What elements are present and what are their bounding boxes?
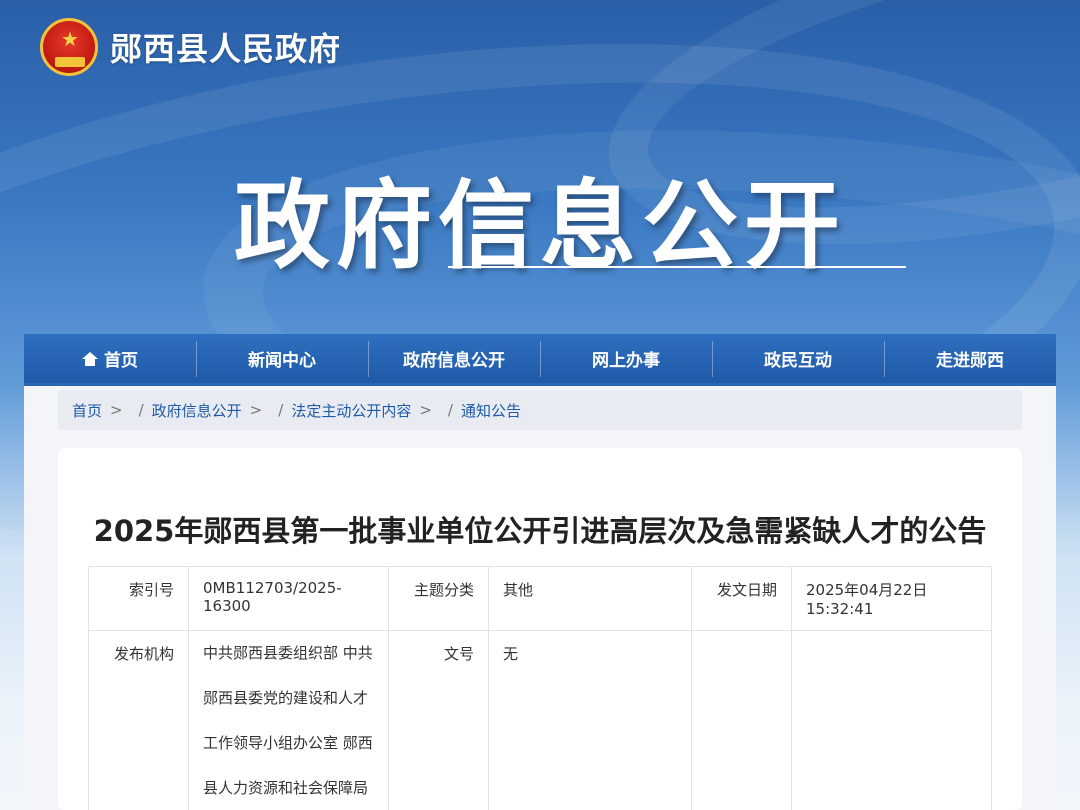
breadcrumb-separator: > [249,401,263,419]
breadcrumb-home[interactable]: 首页 [72,400,102,421]
breadcrumb-separator: > [110,401,123,419]
meta-label-topic: 主题分类 [388,566,489,631]
meta-value-index: 0MB112703/2025-16300 [188,566,389,631]
meta-label-index: 索引号 [88,566,189,631]
meta-label-date: 发文日期 [691,566,792,631]
meta-empty-cell [791,630,992,810]
nav-item-interaction[interactable]: 政民互动 [712,333,884,385]
breadcrumb-notices[interactable]: 通知公告 [461,400,521,421]
breadcrumb-gov-info[interactable]: 政府信息公开 [152,400,242,421]
breadcrumb-slash: / [278,401,284,419]
breadcrumb-separator: > [419,401,432,419]
nav-item-label: 政府信息公开 [403,351,505,371]
meta-value-date: 2025年04月22日 15:32:41 [791,566,992,631]
meta-label-doc-no: 文号 [388,630,489,810]
home-icon [82,351,98,366]
meta-empty-cell [691,630,792,810]
hero-underline [448,266,906,268]
meta-value-topic: 其他 [488,566,692,631]
nav-item-label: 首页 [104,351,138,371]
breadcrumb-statutory[interactable]: 法定主动公开内容 [291,400,411,421]
article-title: 2025年郧西县第一批事业单位公开引进高层次及急需紧缺人才的公告 [93,514,987,548]
breadcrumb-slash: / [138,401,144,419]
nav-item-label: 网上办事 [592,351,660,371]
nav-item-gov-info[interactable]: 政府信息公开 [368,333,540,385]
site-header: 郧西县人民政府 [40,14,341,80]
meta-value-doc-no: 无 [488,630,692,810]
nav-item-label: 新闻中心 [248,351,316,371]
site-name[interactable]: 郧西县人民政府 [110,24,341,70]
article-meta-table: 索引号 0MB112703/2025-16300 主题分类 其他 发文日期 20… [88,566,992,810]
meta-value-org: 中共郧西县委组织部 中共郧西县委党的建设和人才工作领导小组办公室 郧西县人力资源… [188,630,389,810]
main-nav: 首页 新闻中心 政府信息公开 网上办事 政民互动 走进郧西 [24,334,1056,386]
nav-item-home[interactable]: 首页 [24,333,196,385]
nav-item-label: 政民互动 [764,351,832,371]
breadcrumb: 首页 > / 政府信息公开 > / 法定主动公开内容 > / 通知公告 [58,390,1022,430]
breadcrumb-slash: / [447,401,453,419]
meta-label-org: 发布机构 [88,630,189,810]
nav-item-label: 走进郧西 [936,351,1004,371]
nav-item-news[interactable]: 新闻中心 [196,333,368,385]
national-emblem-icon [40,18,98,76]
nav-item-about[interactable]: 走进郧西 [884,333,1056,385]
nav-item-online-service[interactable]: 网上办事 [540,333,712,385]
article-card: 2025年郧西县第一批事业单位公开引进高层次及急需紧缺人才的公告 索引号 0MB… [58,448,1022,810]
